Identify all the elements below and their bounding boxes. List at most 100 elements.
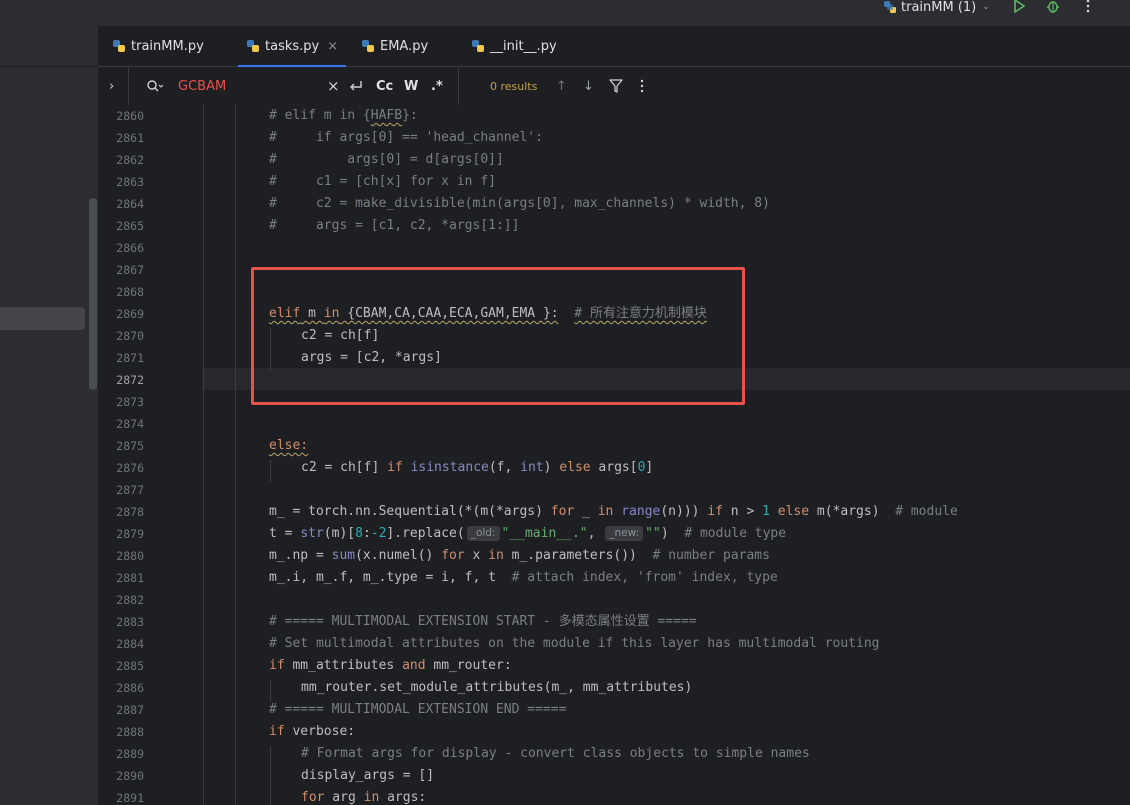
clear-search-icon[interactable]: × xyxy=(327,67,340,105)
python-file-icon xyxy=(362,40,374,52)
line-number[interactable]: 2868 xyxy=(98,281,144,303)
code-editor[interactable]: 2860 2861 2862 2863 2864 2865 2866 2867 2868 2869… xyxy=(98,105,1130,805)
code-token: args: xyxy=(379,790,427,805)
line-number[interactable]: 2876 xyxy=(98,457,144,479)
search-icon[interactable] xyxy=(146,79,164,93)
line-number[interactable]: 2863 xyxy=(98,171,144,193)
code-line-2884: # Set multimodal attributes on the modul… xyxy=(269,636,880,651)
line-number[interactable]: 2874 xyxy=(98,413,144,435)
tab-ema[interactable]: EMA.py xyxy=(361,26,428,66)
match-case-toggle[interactable]: Cc xyxy=(376,67,393,105)
editor-tab-bar: trainMM.py tasks.py × EMA.py __init__.py xyxy=(98,26,1130,67)
code-token: if xyxy=(707,504,723,519)
line-number[interactable]: 2869 xyxy=(98,303,144,325)
line-number[interactable]: 2861 xyxy=(98,127,144,149)
code-token: for xyxy=(550,504,575,519)
line-number[interactable]: 2886 xyxy=(98,677,144,699)
python-icon xyxy=(884,1,896,13)
expand-replace-icon[interactable]: › xyxy=(109,67,114,105)
line-number[interactable]: 2884 xyxy=(98,633,144,655)
code-token: int xyxy=(520,460,544,475)
line-number[interactable]: 2870 xyxy=(98,325,144,347)
code-token: HAFB xyxy=(370,108,403,123)
run-config-label: trainMM (1) xyxy=(901,0,977,15)
code-comment: # module xyxy=(895,504,958,519)
line-number[interactable]: 2877 xyxy=(98,479,144,501)
more-options-icon[interactable] xyxy=(1080,0,1096,14)
code-token: sum xyxy=(331,548,356,563)
panel-scrollbar[interactable] xyxy=(89,198,97,390)
code-token: mm_attributes xyxy=(284,658,403,673)
code-token: else xyxy=(559,460,591,475)
tab-tasks[interactable]: tasks.py × xyxy=(237,26,347,67)
code-line-2878: m_ = torch.nn.Sequential(*(m(*args) for … xyxy=(269,501,958,523)
debug-icon[interactable] xyxy=(1045,0,1061,14)
line-number[interactable]: 2872 xyxy=(98,369,144,391)
line-number[interactable]: 2885 xyxy=(98,655,144,677)
code-token: and xyxy=(402,658,426,673)
code-line-2860: # elif m in {HAFB}: xyxy=(269,105,418,127)
line-number[interactable]: 2866 xyxy=(98,237,144,259)
code-token: ) xyxy=(660,526,685,541)
tab-label: trainMM.py xyxy=(131,38,204,54)
parameter-hint-old: _old: xyxy=(466,526,500,541)
code-line-2879: t = str(m)[8:-2].replace(_old: "__main__.… xyxy=(269,523,786,545)
code-token: arg xyxy=(324,790,364,805)
line-number[interactable]: 2882 xyxy=(98,589,144,611)
run-icon[interactable] xyxy=(1011,0,1027,14)
code-token: if xyxy=(387,460,403,475)
code-token: (x.numel() xyxy=(355,548,442,563)
code-token: verbose: xyxy=(284,724,356,739)
line-number[interactable]: 2890 xyxy=(98,765,144,787)
run-config-selector[interactable]: trainMM (1) ⌄ xyxy=(883,0,990,15)
search-results-count: 0 results xyxy=(490,79,538,93)
line-number[interactable]: 2887 xyxy=(98,699,144,721)
previous-occurrence-icon[interactable]: ↑ xyxy=(556,67,567,105)
code-line-2889: # Format args for display - convert clas… xyxy=(301,746,810,761)
line-number[interactable]: 2881 xyxy=(98,567,144,589)
next-occurrence-icon[interactable]: ↓ xyxy=(583,67,594,105)
line-number[interactable]: 2879 xyxy=(98,523,144,545)
code-token: args[ xyxy=(590,460,638,475)
tab-trainmm[interactable]: trainMM.py xyxy=(112,26,204,66)
project-tool-panel xyxy=(0,26,99,805)
line-number[interactable]: 2862 xyxy=(98,149,144,171)
line-number[interactable]: 2878 xyxy=(98,501,144,523)
code-token: if xyxy=(269,658,285,673)
code-token: 1 xyxy=(762,504,770,519)
line-number[interactable]: 2860 xyxy=(98,105,144,127)
indent-guide xyxy=(270,460,271,482)
regex-toggle[interactable]: .* xyxy=(431,67,443,105)
line-number[interactable]: 2865 xyxy=(98,215,144,237)
code-comment: # number params xyxy=(652,548,770,563)
code-token: m_.i, m_.f, m_.type = i, f, t xyxy=(269,570,512,585)
whole-words-toggle[interactable]: W xyxy=(404,67,418,105)
line-number[interactable]: 2867 xyxy=(98,259,144,281)
line-number[interactable]: 2864 xyxy=(98,193,144,215)
search-input[interactable]: GCBAM xyxy=(178,67,226,105)
code-token: m_ = torch.nn.Sequential(*(m(*args) xyxy=(269,504,551,519)
find-divider xyxy=(458,67,459,105)
line-number[interactable]: 2883 xyxy=(98,611,144,633)
code-token: }: xyxy=(402,108,418,123)
line-number[interactable]: 2873 xyxy=(98,391,144,413)
line-number[interactable]: 2888 xyxy=(98,721,144,743)
chevron-down-icon: ⌄ xyxy=(982,2,990,12)
python-file-icon xyxy=(247,40,259,52)
close-tab-icon[interactable]: × xyxy=(327,39,338,54)
code-token: "__main__." xyxy=(501,526,588,541)
indent-guide xyxy=(270,746,271,805)
tab-init[interactable]: __init__.py xyxy=(471,26,557,66)
new-line-icon[interactable] xyxy=(348,79,364,93)
line-number[interactable]: 2889 xyxy=(98,743,144,765)
line-number[interactable]: 2880 xyxy=(98,545,144,567)
selected-tree-item[interactable] xyxy=(0,307,85,330)
line-number[interactable]: 2891 xyxy=(98,787,144,805)
filter-icon[interactable] xyxy=(609,79,623,93)
indent-guide xyxy=(235,105,236,805)
code-token: -2 xyxy=(370,526,387,541)
line-number[interactable]: 2875 xyxy=(98,435,144,457)
code-token: # elif m in { xyxy=(269,108,371,123)
more-options-icon[interactable] xyxy=(635,79,649,93)
line-number[interactable]: 2871 xyxy=(98,347,144,369)
